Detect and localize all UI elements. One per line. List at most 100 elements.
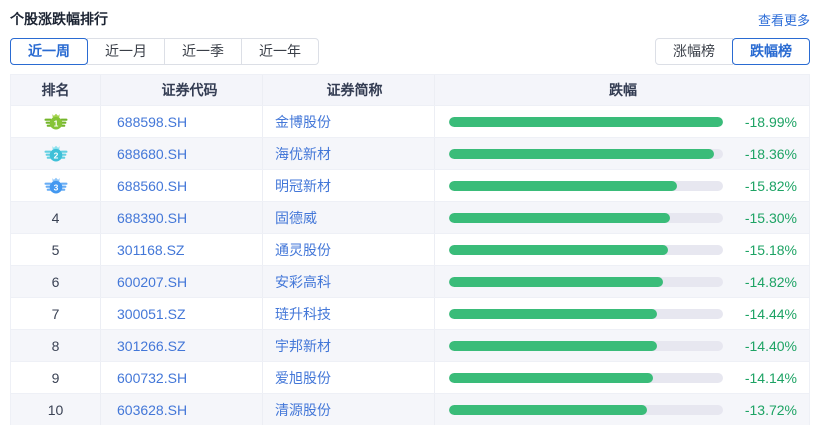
change-bar-track	[449, 373, 723, 383]
view-more-link[interactable]: 查看更多	[758, 10, 810, 29]
rank-cell: 7	[11, 298, 101, 329]
change-cell: -13.72%	[435, 394, 809, 425]
code-cell: 603628.SH	[101, 394, 263, 425]
rank-type-tabs: 涨幅榜跌幅榜	[655, 38, 810, 65]
change-percent: -14.44%	[733, 306, 797, 322]
code-cell: 300051.SZ	[101, 298, 263, 329]
code-cell: 600732.SH	[101, 362, 263, 393]
change-bar-track	[449, 309, 723, 319]
page-title: 个股涨跌幅排行	[10, 9, 108, 29]
change-bar	[449, 277, 663, 287]
table-row: 2 688680.SH 海优新材 -18.36%	[11, 137, 809, 169]
stock-name-link[interactable]: 通灵股份	[275, 240, 331, 260]
stock-code-link[interactable]: 600732.SH	[117, 370, 187, 386]
stock-code-link[interactable]: 688560.SH	[117, 178, 187, 194]
change-percent: -14.14%	[733, 370, 797, 386]
stock-name-link[interactable]: 海优新材	[275, 144, 331, 164]
table-row: 8 301266.SZ 宇邦新材 -14.40%	[11, 329, 809, 361]
rank-number: 8	[52, 338, 60, 354]
name-cell: 爱旭股份	[263, 362, 435, 393]
ranking-table-body: 1 688598.SH 金博股份 -18.99% 2 688680.SH 海优新材 -18.3…	[11, 105, 809, 425]
period-tab-3[interactable]: 近一年	[241, 38, 319, 65]
change-percent: -15.18%	[733, 242, 797, 258]
name-cell: 海优新材	[263, 138, 435, 169]
change-cell: -14.40%	[435, 330, 809, 361]
stock-name-link[interactable]: 明冠新材	[275, 176, 331, 196]
change-bar	[449, 373, 653, 383]
change-cell: -15.18%	[435, 234, 809, 265]
change-percent: -14.40%	[733, 338, 797, 354]
change-bar	[449, 213, 670, 223]
rank-3-medal-icon: 3	[44, 177, 68, 194]
stock-code-link[interactable]: 688598.SH	[117, 114, 187, 130]
rank-number: 6	[52, 274, 60, 290]
rank-2-medal-icon: 2	[44, 145, 68, 162]
change-cell: -14.82%	[435, 266, 809, 297]
stock-code-link[interactable]: 300051.SZ	[117, 306, 186, 322]
rank-cell: 5	[11, 234, 101, 265]
stock-code-link[interactable]: 301168.SZ	[117, 242, 184, 258]
stock-code-link[interactable]: 688390.SH	[117, 210, 187, 226]
table-row: 5 301168.SZ 通灵股份 -15.18%	[11, 233, 809, 265]
rank-cell: 8	[11, 330, 101, 361]
change-cell: -18.36%	[435, 138, 809, 169]
change-cell: -14.44%	[435, 298, 809, 329]
change-bar	[449, 117, 723, 127]
stock-code-link[interactable]: 600207.SH	[117, 274, 187, 290]
code-cell: 688560.SH	[101, 170, 263, 201]
change-bar-track	[449, 117, 723, 127]
change-bar	[449, 149, 714, 159]
code-cell: 688598.SH	[101, 106, 263, 137]
rank-cell: 9	[11, 362, 101, 393]
rank-type-tab-0[interactable]: 涨幅榜	[655, 38, 733, 65]
code-cell: 301168.SZ	[101, 234, 263, 265]
column-header-1: 证券代码	[101, 75, 263, 105]
name-cell: 金博股份	[263, 106, 435, 137]
column-header-3: 跌幅	[435, 75, 809, 105]
change-percent: -18.99%	[733, 114, 797, 130]
change-cell: -14.14%	[435, 362, 809, 393]
stock-name-link[interactable]: 安彩高科	[275, 272, 331, 292]
change-bar-track	[449, 405, 723, 415]
rank-type-tab-1[interactable]: 跌幅榜	[732, 38, 810, 65]
stock-name-link[interactable]: 固德威	[275, 208, 317, 228]
name-cell: 明冠新材	[263, 170, 435, 201]
svg-text:2: 2	[53, 150, 58, 160]
svg-text:1: 1	[53, 118, 58, 128]
table-row: 1 688598.SH 金博股份 -18.99%	[11, 105, 809, 137]
period-tab-2[interactable]: 近一季	[164, 38, 242, 65]
table-row: 4688390.SH固德威-15.30%	[11, 201, 809, 233]
change-bar-track	[449, 181, 723, 191]
rank-number: 7	[52, 306, 60, 322]
rank-cell: 2	[11, 138, 101, 169]
period-tab-1[interactable]: 近一月	[87, 38, 165, 65]
change-bar-track	[449, 213, 723, 223]
table-header-row: 排名证券代码证券简称跌幅	[11, 75, 809, 105]
period-tab-0[interactable]: 近一周	[10, 38, 88, 65]
name-cell: 通灵股份	[263, 234, 435, 265]
stock-code-link[interactable]: 301266.SZ	[117, 338, 186, 354]
code-cell: 688390.SH	[101, 202, 263, 233]
filter-row: 近一周近一月近一季近一年 涨幅榜跌幅榜	[10, 38, 810, 65]
stock-name-link[interactable]: 琏升科技	[275, 304, 331, 324]
column-header-2: 证券简称	[263, 75, 435, 105]
change-bar	[449, 309, 657, 319]
rank-cell: 10	[11, 394, 101, 425]
ranking-table: 排名证券代码证券简称跌幅 1 688598.SH 金博股份 -18.99% 2 68868…	[10, 74, 810, 425]
stock-name-link[interactable]: 清源股份	[275, 400, 331, 420]
rank-number: 10	[48, 402, 64, 418]
svg-text:3: 3	[53, 182, 58, 192]
rank-1-medal-icon: 1	[44, 113, 68, 130]
stock-name-link[interactable]: 金博股份	[275, 112, 331, 132]
stock-name-link[interactable]: 爱旭股份	[275, 368, 331, 388]
stock-name-link[interactable]: 宇邦新材	[275, 336, 331, 356]
table-row: 3688560.SH明冠新材-15.82%	[11, 169, 809, 201]
panel-topbar: 个股涨跌幅排行 查看更多	[0, 0, 820, 29]
stock-code-link[interactable]: 688680.SH	[117, 146, 187, 162]
change-bar-track	[449, 277, 723, 287]
change-percent: -13.72%	[733, 402, 797, 418]
name-cell: 宇邦新材	[263, 330, 435, 361]
name-cell: 琏升科技	[263, 298, 435, 329]
stock-code-link[interactable]: 603628.SH	[117, 402, 187, 418]
name-cell: 清源股份	[263, 394, 435, 425]
